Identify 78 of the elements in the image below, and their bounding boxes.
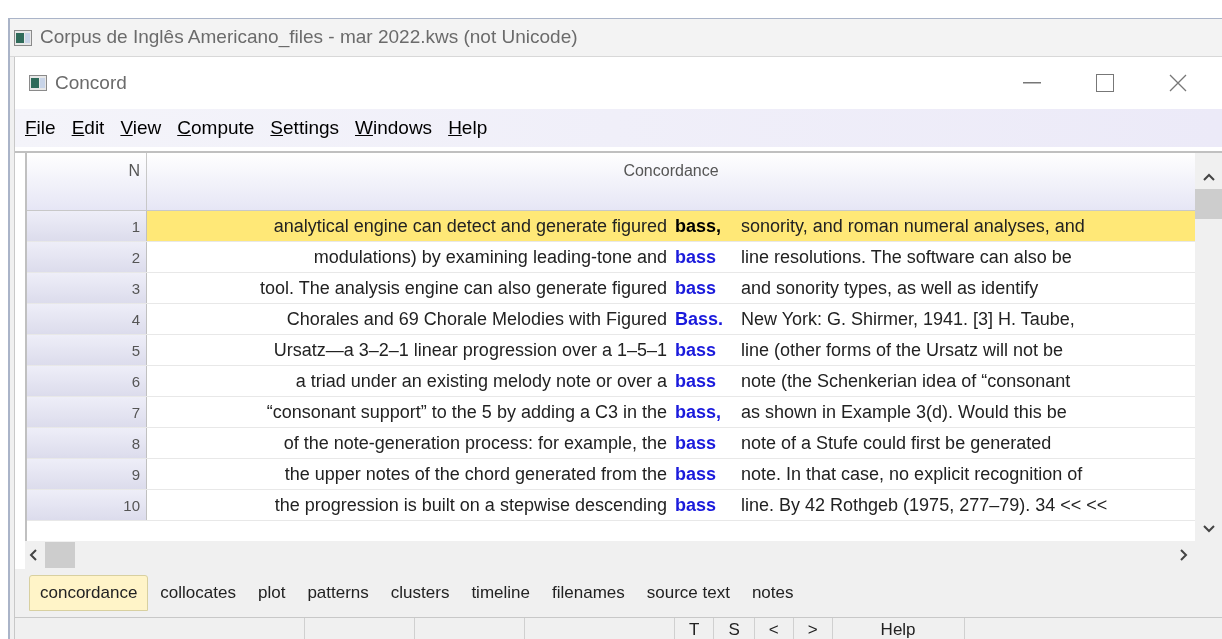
row-number: 8 [27,428,147,458]
keyword: bass, [675,214,723,238]
tab[interactable]: source text [636,575,740,611]
tab[interactable]: timeline [461,575,540,611]
keyword: bass [675,276,718,300]
right-context: line (other forms of the Ursatz will not be [741,338,1064,362]
scroll-left-icon [29,549,37,561]
tab[interactable]: collocates [150,575,246,611]
scroll-thumb[interactable] [1195,189,1222,219]
left-context: modulations) by examining leading-tone and [312,245,667,269]
left-context: tool. The analysis engine can also generate figured [259,276,667,300]
left-context: of the note-generation process: for example, the [282,431,667,455]
keyword: bass [675,431,718,455]
maximize-icon [1096,74,1114,92]
horizontal-scrollbar[interactable] [25,541,1222,569]
left-context: analytical engine can detect and generate figured [272,214,667,238]
menu-item[interactable]: Edit [63,113,113,143]
row-number: 10 [27,490,147,520]
left-context: Chorales and 69 Chorale Melodies with Figured [285,307,667,331]
tab[interactable]: plot [247,575,296,611]
row-number: 7 [27,397,147,427]
scroll-right-icon [1180,549,1188,561]
row-number: 9 [27,459,147,489]
left-context: “consonant support” to the 5 by adding a C3 in the [265,400,667,424]
scroll-up-icon [1202,173,1215,181]
status-cell[interactable]: T [675,618,715,639]
left-context: the progression is built on a stepwise descending [273,493,667,517]
menu-item[interactable]: Compute [169,113,263,143]
right-context: line resolutions. The software can also be [741,245,1072,269]
row-number: 3 [27,273,147,303]
minimize-icon [1023,82,1041,84]
window-title: Corpus de Inglês Americano_files - mar 2022.kws (not Unicode) [40,25,578,50]
close-icon [1169,74,1187,92]
window-title: Concord [55,70,127,95]
column-header[interactable]: N [27,153,147,210]
menu-item[interactable]: View [112,113,170,143]
keyword: bass [675,245,718,269]
status-cell[interactable]: > [793,618,833,639]
row-number: 6 [27,366,147,396]
keyword: bass, [675,400,723,424]
row-number: 5 [27,335,147,365]
menu-item[interactable]: File [17,113,64,143]
right-context: New York: G. Shirmer, 1941. [3] H. Taube, [741,307,1075,331]
keyword: bass [675,493,718,517]
keyword: Bass. [675,307,725,331]
right-context: and sonority types, as well as identify [741,276,1039,300]
app-icon [14,29,32,46]
vertical-scrollbar[interactable] [1195,153,1222,541]
keyword: bass [675,462,718,486]
tab[interactable]: notes [741,575,804,611]
row-number: 2 [27,242,147,272]
menu-item[interactable]: Help [440,113,496,143]
scroll-thumb[interactable] [45,542,75,568]
keyword: bass [675,338,718,362]
row-number: 1 [27,211,147,241]
app-icon [29,75,47,91]
status-cell[interactable]: < [754,618,794,639]
left-context: Ursatz—a 3–2–1 linear progression over a 1–5–1 [272,338,667,362]
keyword: bass [675,369,718,393]
right-context: note of a Stufe could first be generated [741,431,1052,455]
right-context: as shown in Example 3(d). Would this be [741,400,1067,424]
column-header[interactable]: Concordance [147,153,1195,210]
status-cell[interactable]: Help [832,618,965,639]
tab[interactable]: patterns [297,575,379,611]
row-number: 4 [27,304,147,334]
right-context: note (the Schenkerian idea of “consonant [741,369,1071,393]
tab[interactable]: filenames [542,575,635,611]
tab[interactable]: clusters [380,575,460,611]
tab[interactable]: concordance [29,575,149,611]
menu-item[interactable]: Windows [347,113,441,143]
left-context: the upper notes of the chord generated from the [283,462,667,486]
status-cell[interactable]: S [714,618,755,639]
menu-item[interactable]: Settings [262,113,348,143]
right-context: note. In that case, no explicit recognition of [741,462,1083,486]
left-context: a triad under an existing melody note or over a [294,369,667,393]
scroll-down-icon [1202,525,1215,533]
right-context: line. By 42 Rothgeb (1975, 277–79). 34 << << [741,493,1108,517]
right-context: sonority, and roman numeral analyses, and [741,214,1085,238]
